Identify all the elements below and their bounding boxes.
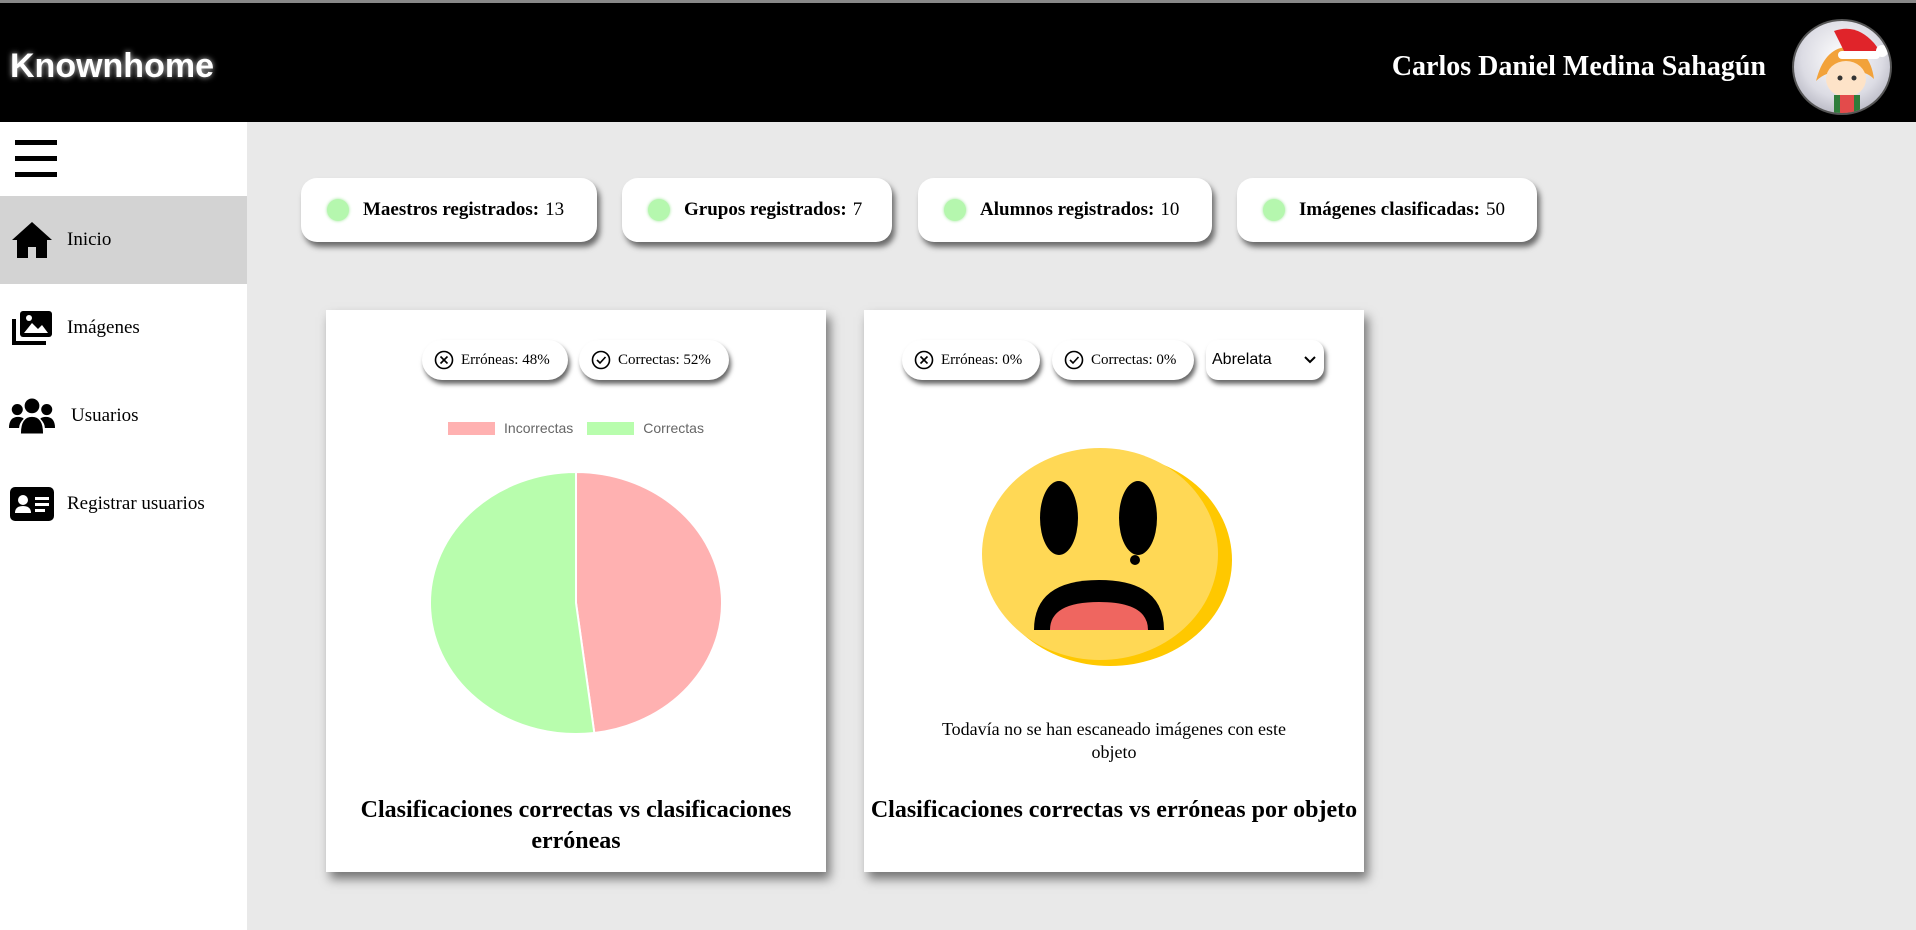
- legend-swatch: [587, 421, 635, 435]
- sidebar: Inicio Imágenes Usuarios Registrar usuar…: [0, 122, 247, 930]
- sidebar-item-label: Registrar usuarios: [67, 493, 205, 514]
- correct-pill-label: Correctas: 0%: [1091, 351, 1177, 368]
- sidebar-item-usuarios[interactable]: Usuarios: [0, 372, 247, 460]
- sidebar-item-label: Inicio: [67, 229, 112, 250]
- card-title: Clasificaciones correctas vs erróneas po…: [870, 797, 1358, 823]
- legend-item-correctas[interactable]: Correctas: [587, 420, 704, 436]
- errors-pill: Erróneas: 0%: [902, 340, 1040, 380]
- object-select[interactable]: Abrelata: [1206, 340, 1324, 380]
- status-dot-icon: [1263, 199, 1285, 221]
- stat-label: Imágenes clasificadas:: [1299, 199, 1481, 220]
- stat-maestros: Maestros registrados: 13: [301, 178, 597, 242]
- status-dot-icon: [944, 199, 966, 221]
- per-object-classification-card: Erróneas: 0% Correctas: 0% Abrelata Toda…: [864, 310, 1364, 872]
- legend-swatch: [448, 421, 496, 435]
- stat-alumnos: Alumnos registrados: 10: [918, 178, 1212, 242]
- card-title: Clasificaciones correctas vs clasificaci…: [360, 797, 792, 854]
- stat-value: 7: [852, 199, 863, 220]
- status-dot-icon: [648, 199, 670, 221]
- pie-slice-correctas[interactable]: [429, 470, 596, 735]
- overall-classification-card: Erróneas: 48% Correctas: 52% Incorrectas…: [326, 310, 826, 872]
- hamburger-menu-icon[interactable]: [15, 140, 57, 180]
- check-circle-icon: [1064, 350, 1084, 370]
- pie-chart: [429, 470, 723, 735]
- sad-face-icon: [982, 448, 1232, 666]
- correct-pill: Correctas: 52%: [579, 340, 729, 380]
- empty-state-message: Todavía no se han escaneado imágenes con…: [941, 719, 1287, 762]
- images-icon: [9, 305, 55, 351]
- user-name: Carlos Daniel Medina Sahagún: [1391, 51, 1766, 82]
- stat-imagenes: Imágenes clasificadas: 50: [1237, 178, 1537, 242]
- top-header: Knownhome Carlos Daniel Medina Sahagún: [0, 0, 1916, 122]
- users-icon: [9, 393, 55, 439]
- id-card-icon: [9, 481, 55, 527]
- legend-item-incorrectas[interactable]: Incorrectas: [448, 420, 573, 436]
- home-icon: [9, 217, 55, 263]
- chevron-down-icon: [1304, 356, 1316, 364]
- status-dot-icon: [327, 199, 349, 221]
- errors-pill-label: Erróneas: 0%: [941, 351, 1023, 368]
- stat-label: Alumnos registrados:: [980, 199, 1155, 220]
- sidebar-item-registrar-usuarios[interactable]: Registrar usuarios: [0, 460, 247, 548]
- chart-legend: Incorrectas Correctas: [326, 420, 826, 436]
- legend-label: Incorrectas: [504, 420, 574, 436]
- object-select-value: Abrelata: [1212, 351, 1272, 368]
- sidebar-item-label: Imágenes: [67, 317, 140, 338]
- x-circle-icon: [914, 350, 934, 370]
- pie-slice-incorrectas[interactable]: [575, 470, 723, 735]
- sidebar-item-inicio[interactable]: Inicio: [0, 196, 247, 284]
- sidebar-item-imagenes[interactable]: Imágenes: [0, 284, 247, 372]
- brand-logo[interactable]: Knownhome: [10, 47, 214, 86]
- check-circle-icon: [591, 350, 611, 370]
- avatar[interactable]: [1792, 19, 1892, 115]
- errors-pill: Erróneas: 48%: [422, 340, 568, 380]
- stat-label: Grupos registrados:: [684, 199, 847, 220]
- legend-label: Correctas: [643, 420, 704, 436]
- correct-pill-label: Correctas: 52%: [618, 351, 711, 368]
- stat-grupos: Grupos registrados: 7: [622, 178, 892, 242]
- stat-label: Maestros registrados:: [363, 199, 540, 220]
- stat-value: 13: [545, 199, 565, 220]
- sidebar-item-label: Usuarios: [71, 405, 139, 426]
- x-circle-icon: [434, 350, 454, 370]
- correct-pill: Correctas: 0%: [1052, 340, 1194, 380]
- stat-value: 10: [1160, 199, 1180, 220]
- stat-value: 50: [1486, 199, 1506, 220]
- errors-pill-label: Erróneas: 48%: [461, 351, 550, 368]
